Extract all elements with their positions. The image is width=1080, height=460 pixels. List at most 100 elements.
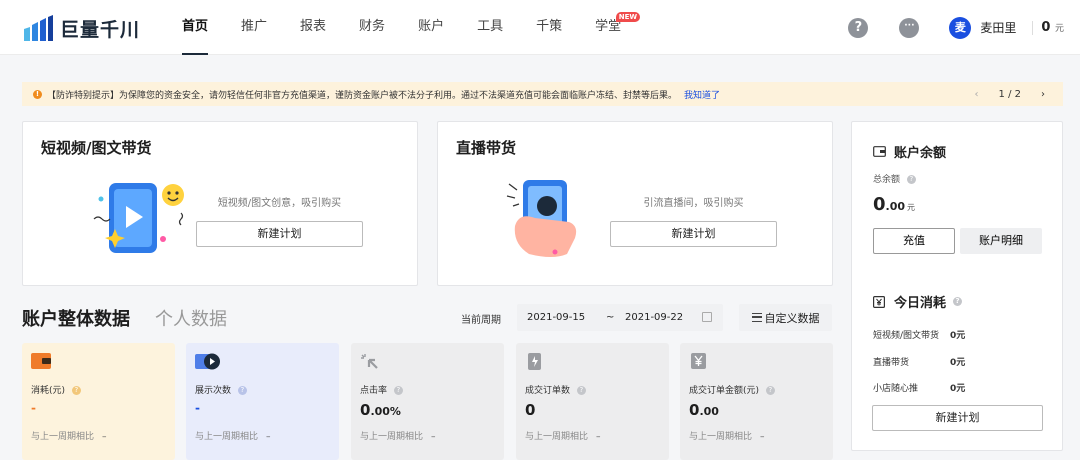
notice-prev-icon[interactable]: ‹ [975, 89, 979, 100]
date-range-picker[interactable]: 2021-09-15 ~ 2021-09-22 [517, 304, 723, 331]
nav-reports[interactable]: 报表 [300, 0, 326, 55]
header-balance[interactable]: 0 元 [1041, 20, 1064, 35]
header-right-tools: ? ··· 麦 麦田里 0 元 [848, 0, 1080, 55]
metric-value-dec: .00% [370, 405, 401, 418]
notice-pager: ‹ 1 / 2 › [961, 82, 1045, 106]
date-separator: ~ [606, 312, 615, 323]
metric-compare-label: 与上一周期相比 [195, 432, 259, 442]
notice-page-indicator: 1 / 2 [998, 88, 1021, 100]
nav-promotion[interactable]: 推广 [241, 0, 267, 55]
today-spend-label: 短视频/图文带货 [873, 331, 940, 341]
metric-compare-label: 与上一周期相比 [31, 432, 95, 442]
metric-compare-label: 与上一周期相比 [360, 432, 424, 442]
recharge-button[interactable]: 充值 [873, 228, 955, 254]
help-icon[interactable]: ? [765, 386, 775, 395]
section-title-account-data[interactable]: 账户整体数据 [22, 305, 130, 331]
message-icon[interactable]: ··· [899, 17, 920, 38]
metric-label: 成交订单金额(元) ? [689, 383, 775, 396]
metric-value: 0.00 [689, 401, 719, 419]
balance-title-text: 账户余额 [894, 146, 947, 161]
help-icon[interactable]: ? [393, 386, 403, 395]
today-spend-label: 小店随心推 [873, 384, 919, 394]
metric-label: 消耗(元) ? [31, 383, 81, 396]
yen-icon [873, 295, 885, 308]
user-name[interactable]: 麦田里 [980, 19, 1016, 36]
nav-account[interactable]: 账户 [418, 0, 444, 55]
logo[interactable]: 巨量千川 [22, 14, 140, 42]
metric-card-impressions: 展示次数 ? - 与上一周期相比 – [186, 343, 339, 460]
help-icon[interactable]: ? [906, 175, 916, 184]
yen-icon [691, 353, 706, 369]
metric-compare-value: – [266, 432, 271, 442]
nav-qiance[interactable]: 千策 [536, 0, 562, 55]
metric-compare-value: – [102, 432, 107, 442]
metric-compare-value: – [760, 432, 765, 442]
short-video-new-plan-button[interactable]: 新建计划 [196, 221, 363, 247]
metric-compare: 与上一周期相比 – [31, 429, 107, 442]
short-video-card-desc: 短视频/图文创意，吸引购买 [217, 198, 342, 209]
nav-finance[interactable]: 财务 [359, 0, 385, 55]
calendar-icon [702, 312, 712, 322]
help-icon[interactable]: ? [576, 386, 586, 395]
live-card: 直播带货 引流直播间，吸引购买 新建计划 [437, 121, 833, 286]
metric-value: 0.00% [360, 401, 401, 419]
nav-academy[interactable]: 学堂 NEW [595, 0, 641, 55]
video-play-icon [195, 353, 220, 370]
metric-value-int: 0 [689, 401, 700, 419]
total-balance-unit: 元 [907, 203, 916, 212]
short-video-card: 短视频/图文带货 短视频/图文创意，吸引购买 新建计划 [22, 121, 418, 286]
date-end: 2021-09-22 [625, 312, 684, 323]
metric-value: - [31, 401, 36, 415]
metric-label-text: 成交订单金额(元) [689, 386, 760, 396]
logo-mark-icon [24, 15, 53, 41]
custom-data-label: 自定义数据 [764, 311, 820, 325]
live-illustration-icon [506, 180, 577, 257]
sliders-icon [751, 313, 762, 322]
total-balance-value: 0.00 元 [873, 194, 915, 215]
metric-compare-label: 与上一周期相比 [689, 432, 753, 442]
section-title-personal-data[interactable]: 个人数据 [155, 305, 227, 331]
account-panel: 账户余额 总余额 ? 0.00 元 充值 账户明细 今日消耗 ? 短视频/图文带货… [851, 121, 1063, 451]
metric-card-spend: 消耗(元) ? - 与上一周期相比 – [22, 343, 175, 460]
metric-label-text: 消耗(元) [31, 386, 66, 396]
nav-home[interactable]: 首页 [182, 0, 209, 55]
metric-card-orders: 成交订单数 ? 0 与上一周期相比 – [516, 343, 669, 460]
total-balance-label: 总余额 ? [873, 172, 916, 185]
short-video-card-title: 短视频/图文带货 [41, 139, 152, 157]
metric-value-dec: .00 [699, 405, 719, 418]
custom-data-button[interactable]: 自定义数据 [739, 304, 832, 331]
today-spend-row: 直播带货 0元 [873, 355, 1023, 368]
today-spend-title-text: 今日消耗 [894, 296, 947, 311]
logo-text: 巨量千川 [60, 18, 141, 41]
main-nav: 首页 推广 报表 财务 账户 工具 千策 学堂 NEW [182, 0, 654, 55]
metric-label-text: 展示次数 [195, 386, 232, 396]
help-icon[interactable]: ? [953, 297, 963, 306]
metric-label-text: 点击率 [360, 386, 388, 396]
metric-compare: 与上一周期相比 – [689, 429, 765, 442]
avatar[interactable]: 麦 [949, 16, 972, 39]
metric-label: 成交订单数 ? [525, 383, 586, 396]
wallet-icon [873, 146, 886, 157]
header-balance-unit: 元 [1054, 24, 1064, 34]
metric-compare-value: – [431, 432, 436, 442]
today-spend-row: 短视频/图文带货 0元 [873, 328, 1023, 341]
header-balance-value: 0 [1041, 20, 1051, 35]
panel-new-plan-button[interactable]: 新建计划 [872, 405, 1043, 431]
help-icon[interactable]: ? [237, 386, 247, 395]
notice-acknowledge-link[interactable]: 我知道了 [684, 88, 720, 101]
metric-card-order-amount: 成交订单金额(元) ? 0.00 与上一周期相比 – [680, 343, 833, 460]
account-detail-button[interactable]: 账户明细 [960, 228, 1042, 254]
live-new-plan-button[interactable]: 新建计划 [610, 221, 777, 247]
help-icon[interactable]: ? [848, 17, 869, 38]
metric-value-int: 0 [360, 401, 371, 419]
metric-compare-label: 与上一周期相比 [525, 432, 589, 442]
help-icon[interactable]: ? [71, 386, 81, 395]
metric-value: 0 [525, 401, 536, 419]
date-start: 2021-09-15 [527, 312, 586, 323]
live-card-title: 直播带货 [456, 139, 517, 157]
today-spend-value: 0元 [950, 331, 966, 341]
notice-next-icon[interactable]: › [1041, 89, 1045, 100]
anti-fraud-notice: ! 【防诈特别提示】为保障您的资金安全，请勿轻信任何非官方充值渠道，谨防资金账户… [22, 82, 1063, 106]
nav-tools[interactable]: 工具 [477, 0, 503, 55]
metric-compare: 与上一周期相比 – [195, 429, 271, 442]
